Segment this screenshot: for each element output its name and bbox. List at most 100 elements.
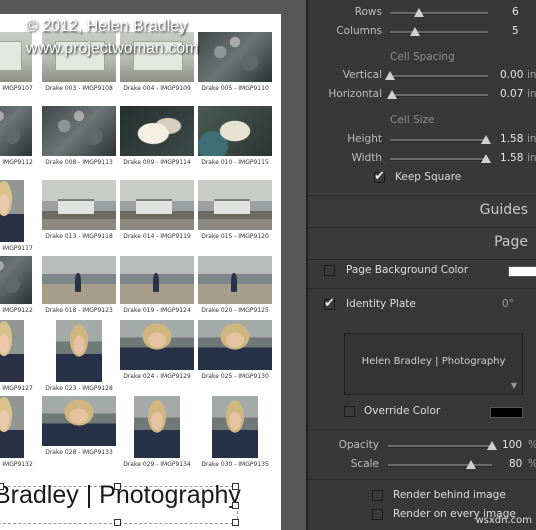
opacity-slider-knob[interactable] (487, 441, 497, 450)
scale-slider-track[interactable] (388, 464, 492, 467)
page-section-header[interactable]: Page (308, 227, 536, 260)
photo-caption: Drake 029 - IMGP9134 (123, 461, 191, 468)
columns-slider-knob[interactable] (409, 27, 420, 36)
contact-sheet-cell[interactable]: Drake 022 - IMGP9127 (0, 320, 38, 392)
layout-panel: Rows 6 Columns 5 Cell Spacing Vertical 0… (306, 0, 536, 530)
render-behind-checkbox[interactable] (372, 490, 383, 501)
contact-sheet-cell[interactable]: Drake 028 - IMGP9133 (40, 396, 118, 462)
resize-handle-icon[interactable] (114, 519, 121, 526)
photo-thumbnail[interactable] (42, 256, 116, 304)
photo-thumbnail[interactable] (120, 320, 194, 370)
contact-sheet-cell[interactable]: Drake 029 - IMGP9134 (118, 396, 196, 468)
page-background-color-swatch[interactable] (508, 266, 536, 277)
contact-sheet-cell[interactable]: Drake 024 - IMGP9129 (118, 320, 196, 386)
contact-sheet-cell[interactable]: Drake 019 - IMGP9124 (118, 256, 196, 322)
cell-spacing-title: Cell Spacing (390, 51, 455, 63)
vertical-spacing-slider-track[interactable] (390, 75, 488, 78)
contact-sheet-cell[interactable]: Drake 015 - IMGP9120 (196, 180, 274, 246)
photo-thumbnail[interactable] (0, 320, 24, 382)
render-every-checkbox[interactable] (372, 509, 383, 520)
panel-divider (308, 288, 536, 289)
contact-sheet-cell[interactable]: Drake 008 - IMGP9113 (40, 106, 118, 172)
cell-height-value[interactable]: 1.58 (500, 133, 523, 145)
contact-sheet-cell[interactable]: Drake 013 - IMGP9118 (40, 180, 118, 246)
resize-handle-icon[interactable] (114, 483, 121, 490)
identity-plate-angle[interactable]: 0° (502, 298, 514, 310)
resize-handle-icon[interactable] (232, 502, 239, 509)
photo-thumbnail[interactable] (198, 320, 272, 370)
resize-handle-icon[interactable] (232, 483, 239, 490)
scale-value[interactable]: 80 (509, 458, 522, 470)
cell-height-slider-knob[interactable] (481, 135, 492, 144)
contact-sheet-cell[interactable]: Drake 027 - IMGP9132 (0, 396, 38, 468)
rows-value[interactable]: 6 (512, 6, 519, 18)
photo-caption: Drake 003 - IMGP9108 (45, 85, 113, 92)
photo-thumbnail[interactable] (0, 396, 24, 458)
photo-thumbnail[interactable] (42, 396, 116, 446)
scale-slider-knob[interactable] (466, 460, 477, 469)
photo-thumbnail[interactable] (0, 180, 24, 242)
watermark-line-website: www.projectwoman.com (26, 40, 199, 57)
photo-thumbnail[interactable] (56, 320, 102, 382)
opacity-slider-track[interactable] (388, 445, 492, 448)
photo-thumbnail[interactable] (198, 106, 272, 156)
vertical-spacing-value[interactable]: 0.00 (500, 69, 523, 81)
photo-caption: Drake 008 - IMGP9113 (45, 159, 113, 166)
opacity-value[interactable]: 100 (502, 439, 522, 451)
photo-thumbnail[interactable] (0, 256, 32, 304)
contact-sheet-cell[interactable]: Drake 023 - IMGP9128 (40, 320, 118, 392)
contact-sheet-cell[interactable]: Drake 017 - IMGP9122 (0, 256, 38, 322)
cell-height-slider-track[interactable] (390, 139, 488, 142)
cell-width-slider-track[interactable] (390, 158, 488, 161)
photo-caption: Drake 030 - IMGP9135 (201, 461, 269, 468)
photo-thumbnail[interactable] (198, 256, 272, 304)
panel-divider (308, 479, 536, 480)
photo-thumbnail[interactable] (212, 396, 258, 458)
cell-width-unit: in (527, 152, 536, 164)
vertical-spacing-slider-knob[interactable] (385, 71, 395, 80)
photo-thumbnail[interactable] (134, 396, 180, 458)
columns-slider-track[interactable] (390, 31, 488, 34)
guides-section-header[interactable]: Guides (308, 195, 536, 228)
contact-sheet-page[interactable]: Drake 002 - IMGP9107 Drake 003 - IMGP9108… (0, 14, 281, 530)
contact-sheet-cell[interactable]: Drake 007 - IMGP9112 (0, 106, 38, 172)
check-icon: ✔ (374, 169, 385, 184)
contact-sheet-cell[interactable]: Drake 018 - IMGP9123 (40, 256, 118, 322)
horizontal-spacing-slider-knob[interactable] (386, 90, 397, 99)
photo-caption: Drake 014 - IMGP9119 (123, 233, 191, 240)
contact-sheet-cell[interactable]: Drake 012 - IMGP9117 (0, 180, 38, 252)
photo-thumbnail[interactable] (120, 256, 194, 304)
identity-plate-preview[interactable]: Helen Bradley | Photography ▼ (344, 333, 523, 395)
horizontal-spacing-slider-track[interactable] (390, 94, 488, 97)
photo-thumbnail[interactable] (0, 106, 32, 156)
photo-thumbnail[interactable] (120, 180, 194, 230)
photo-thumbnail[interactable] (198, 180, 272, 230)
rows-slider-track[interactable] (390, 12, 488, 15)
override-color-swatch[interactable] (490, 407, 523, 418)
contact-sheet-cell[interactable]: Drake 010 - IMGP9115 (196, 106, 274, 172)
photo-thumbnail[interactable] (42, 106, 116, 156)
contact-sheet-cell[interactable]: Drake 020 - IMGP9125 (196, 256, 274, 322)
photo-thumbnail[interactable] (42, 180, 116, 230)
contact-sheet-cell[interactable]: Drake 030 - IMGP9135 (196, 396, 274, 468)
page-background-checkbox[interactable] (324, 265, 335, 276)
contact-sheet-cell[interactable]: Drake 014 - IMGP9119 (118, 180, 196, 246)
contact-sheet-cell[interactable]: Drake 025 - IMGP9130 (196, 320, 274, 386)
photo-thumbnail[interactable] (120, 106, 194, 156)
resize-handle-icon[interactable] (0, 483, 4, 490)
override-color-checkbox[interactable] (344, 406, 355, 417)
columns-value[interactable]: 5 (512, 25, 519, 37)
photo-caption: Drake 007 - IMGP9112 (0, 159, 33, 166)
dropdown-arrow-icon[interactable]: ▼ (511, 381, 517, 390)
cell-width-value[interactable]: 1.58 (500, 152, 523, 164)
photo-caption: Drake 010 - IMGP9115 (201, 159, 269, 166)
identity-plate-on-page[interactable]: Bradley | Photography (0, 476, 244, 514)
cell-height-unit: in (527, 133, 536, 145)
horizontal-spacing-value[interactable]: 0.07 (500, 88, 523, 100)
vertical-spacing-unit: in (527, 69, 536, 81)
cell-width-slider-knob[interactable] (481, 154, 492, 163)
vertical-spacing-label: Vertical (342, 69, 382, 81)
rows-slider-knob[interactable] (414, 8, 425, 17)
resize-handle-icon[interactable] (232, 519, 239, 526)
contact-sheet-cell[interactable]: Drake 009 - IMGP9114 (118, 106, 196, 172)
